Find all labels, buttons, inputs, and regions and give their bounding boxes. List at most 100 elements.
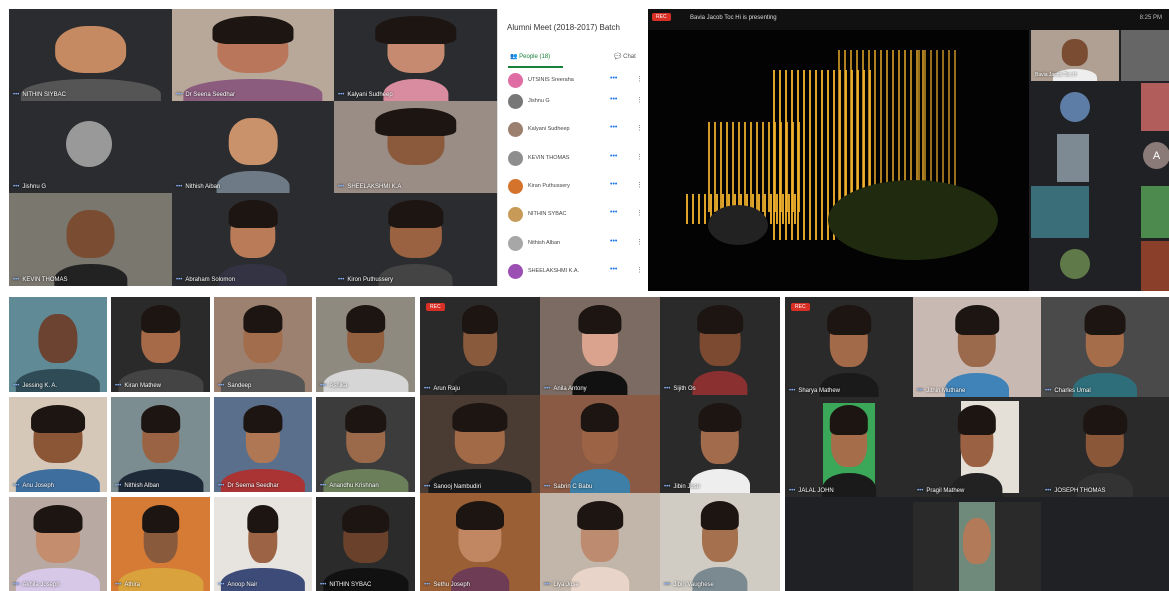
participant-tile[interactable]: ••• NITHIN SYBAC xyxy=(316,497,415,591)
avatar xyxy=(508,73,523,88)
participant-tile[interactable]: ••• Kalyani Sudheep xyxy=(334,9,497,101)
more-icon[interactable]: ••• xyxy=(610,266,617,273)
tab-indicator xyxy=(508,66,563,68)
participant-tile[interactable]: ••• JALAL JOHN xyxy=(785,397,913,497)
more-icon[interactable]: ••• xyxy=(610,75,617,82)
participant-tile[interactable]: ••• Athira xyxy=(111,497,210,591)
presentation-panel: REC Bavia Jacob Toc Hi is presenting 8:2… xyxy=(648,9,1169,291)
kebab-icon[interactable]: ⋮ xyxy=(636,124,643,132)
participant-tile[interactable]: ••• Sabrin C Babu xyxy=(540,395,660,493)
participant-tile[interactable]: ••• Nithish Aiban xyxy=(172,101,334,193)
participant-tile[interactable] xyxy=(1031,186,1089,238)
participant-row[interactable]: Jishnu G ••• ⋮ xyxy=(508,92,643,110)
participant-tile[interactable]: ••• Sijith Os xyxy=(660,297,780,395)
participant-tile[interactable] xyxy=(913,502,1041,591)
participant-name: ••• Abraham Solomon xyxy=(176,277,236,283)
meeting-grid-5: REC ••• Sharya Mathew ••• Jithin Muthane •… xyxy=(785,297,1169,591)
participant-tile[interactable]: ••• KEVIN THOMAS xyxy=(9,193,172,286)
participant-tile[interactable]: ••• Sanooj Nambudiri xyxy=(420,395,540,493)
avatar xyxy=(508,207,523,222)
rec-badge: REC xyxy=(652,13,671,21)
participant-row[interactable]: NITHIN SYBAC ••• ⋮ xyxy=(508,205,643,223)
participant-tile[interactable]: ••• Pragil Mathew xyxy=(913,397,1041,497)
meeting-title: Alumni Meet (2018-2017) Batch xyxy=(507,23,620,32)
participant-tile[interactable]: ••• Jithin Muthane xyxy=(913,297,1041,397)
participant-name: ••• KEVIN THOMAS xyxy=(13,277,68,283)
participant-tile[interactable]: ••• Sethu Joseph xyxy=(420,493,540,591)
participant-tile[interactable]: ••• Dr Seena Seedhar xyxy=(172,9,334,101)
participant-tile[interactable]: ••• Liya Jose xyxy=(540,493,660,591)
participant-row[interactable]: Kalyani Sudheep ••• ⋮ xyxy=(508,120,643,138)
participant-tile[interactable]: ••• SHEELAKSHMI K.A xyxy=(334,101,497,193)
participant-tile[interactable]: ••• Anu Joseph xyxy=(9,397,107,492)
more-icon[interactable]: ••• xyxy=(610,124,617,131)
people-icon: 👥 xyxy=(510,54,520,60)
participant-tile[interactable]: ••• Abraham Solomon xyxy=(172,193,334,286)
avatar xyxy=(508,151,523,166)
participant-row[interactable]: KEVIN THOMAS ••• ⋮ xyxy=(508,149,643,167)
participant-video xyxy=(228,117,278,166)
participant-row[interactable]: UTSINIS Sreeraha ••• ⋮ xyxy=(508,71,643,89)
avatar xyxy=(508,122,523,137)
kebab-icon[interactable]: ⋮ xyxy=(636,238,643,246)
more-icon[interactable]: ••• xyxy=(610,153,617,160)
participant-tile[interactable]: ••• Ashika xyxy=(316,297,415,392)
participant-name: ••• Jishnu G xyxy=(13,184,46,190)
participant-tile[interactable]: ••• Kiran Mathew xyxy=(111,297,210,392)
participant-row[interactable]: SHEELAKSHMI K.A. ••• ⋮ xyxy=(508,262,643,280)
participant-tile[interactable]: ••• Akhila Joseph xyxy=(9,497,107,591)
more-icon[interactable]: ••• xyxy=(610,96,617,103)
participant-tile[interactable]: ••• Jibin Jose xyxy=(660,395,780,493)
participant-tile[interactable]: ••• Kiron Puthussery xyxy=(334,193,497,286)
participant-tile[interactable]: ••• Charles Umal xyxy=(1041,297,1169,397)
participant-tile[interactable] xyxy=(1141,83,1169,131)
participant-tile[interactable]: ••• Nithish Alban xyxy=(111,397,210,492)
participant-tile[interactable]: ••• Jessing K. A. xyxy=(9,297,107,392)
tab-chat[interactable]: 💬 Chat xyxy=(614,53,636,60)
chat-icon: 💬 xyxy=(614,54,624,60)
more-icon[interactable]: ••• xyxy=(610,238,617,245)
participant-tile[interactable]: ••• Sandeep xyxy=(214,297,312,392)
participant-video xyxy=(54,25,127,74)
meeting-grid-3: ••• Jessing K. A. ••• Kiran Mathew ••• Sand… xyxy=(9,297,415,591)
participant-tile[interactable]: ••• Arun Raju xyxy=(420,297,540,395)
participant-name: ••• Dr Seena Seedhar xyxy=(176,92,236,98)
kebab-icon[interactable]: ⋮ xyxy=(636,209,643,217)
meeting-grid-4: REC ••• Arun Raju ••• Anila Antony ••• Siji… xyxy=(420,297,780,591)
avatar xyxy=(508,179,523,194)
participant-tile[interactable]: ••• NITHIN SIYBAC xyxy=(9,9,172,101)
participant-row[interactable]: Kiran Puthussery ••• ⋮ xyxy=(508,177,643,195)
participant-tile[interactable]: Bavia Jacob Toc H xyxy=(1031,30,1119,81)
participant-tile[interactable] xyxy=(1141,241,1169,291)
participant-tile[interactable]: ••• Dr Seema Seedhar xyxy=(214,397,312,492)
people-panel: Alumni Meet (2018-2017) Batch 👥 People (… xyxy=(497,9,645,286)
avatar xyxy=(1060,92,1090,122)
kebab-icon[interactable]: ⋮ xyxy=(636,75,643,83)
more-icon[interactable]: ••• xyxy=(610,209,617,216)
participant-tile[interactable]: ••• Jishnu G xyxy=(9,101,172,193)
kebab-icon[interactable]: ⋮ xyxy=(636,96,643,104)
kebab-icon[interactable]: ⋮ xyxy=(636,181,643,189)
participant-tile[interactable] xyxy=(1057,134,1089,182)
participant-tile[interactable] xyxy=(1121,30,1169,81)
tab-people[interactable]: 👥 People (18) xyxy=(510,53,550,60)
participant-tile[interactable]: ••• Anandhu Krishnan xyxy=(316,397,415,492)
kebab-icon[interactable]: ⋮ xyxy=(636,266,643,274)
avatar xyxy=(508,94,523,109)
rec-badge: REC xyxy=(426,303,445,311)
participant-tile[interactable]: ••• Anila Antony xyxy=(540,297,660,395)
participant-tile[interactable]: ••• JOSEPH THOMAS xyxy=(1041,397,1169,497)
clock: 8:25 PM xyxy=(1139,15,1162,21)
kebab-icon[interactable]: ⋮ xyxy=(636,153,643,161)
presenter-sidebar: Bavia Jacob Toc H A xyxy=(1029,30,1169,291)
participant-name: ••• NITHIN SIYBAC xyxy=(13,92,66,98)
participant-tile[interactable] xyxy=(1141,186,1169,238)
participant-tile[interactable]: ••• Sharya Mathew xyxy=(785,297,913,397)
participant-tile[interactable]: ••• Anoop Nair xyxy=(214,497,312,591)
avatar xyxy=(508,264,523,279)
more-icon[interactable]: ••• xyxy=(610,181,617,188)
participant-tile[interactable]: ••• Jibin Vaughese xyxy=(660,493,780,591)
participant-row[interactable]: Nithish Alban ••• ⋮ xyxy=(508,234,643,252)
participant-name: ••• Nithish Aiban xyxy=(176,184,221,190)
avatar xyxy=(66,121,112,167)
